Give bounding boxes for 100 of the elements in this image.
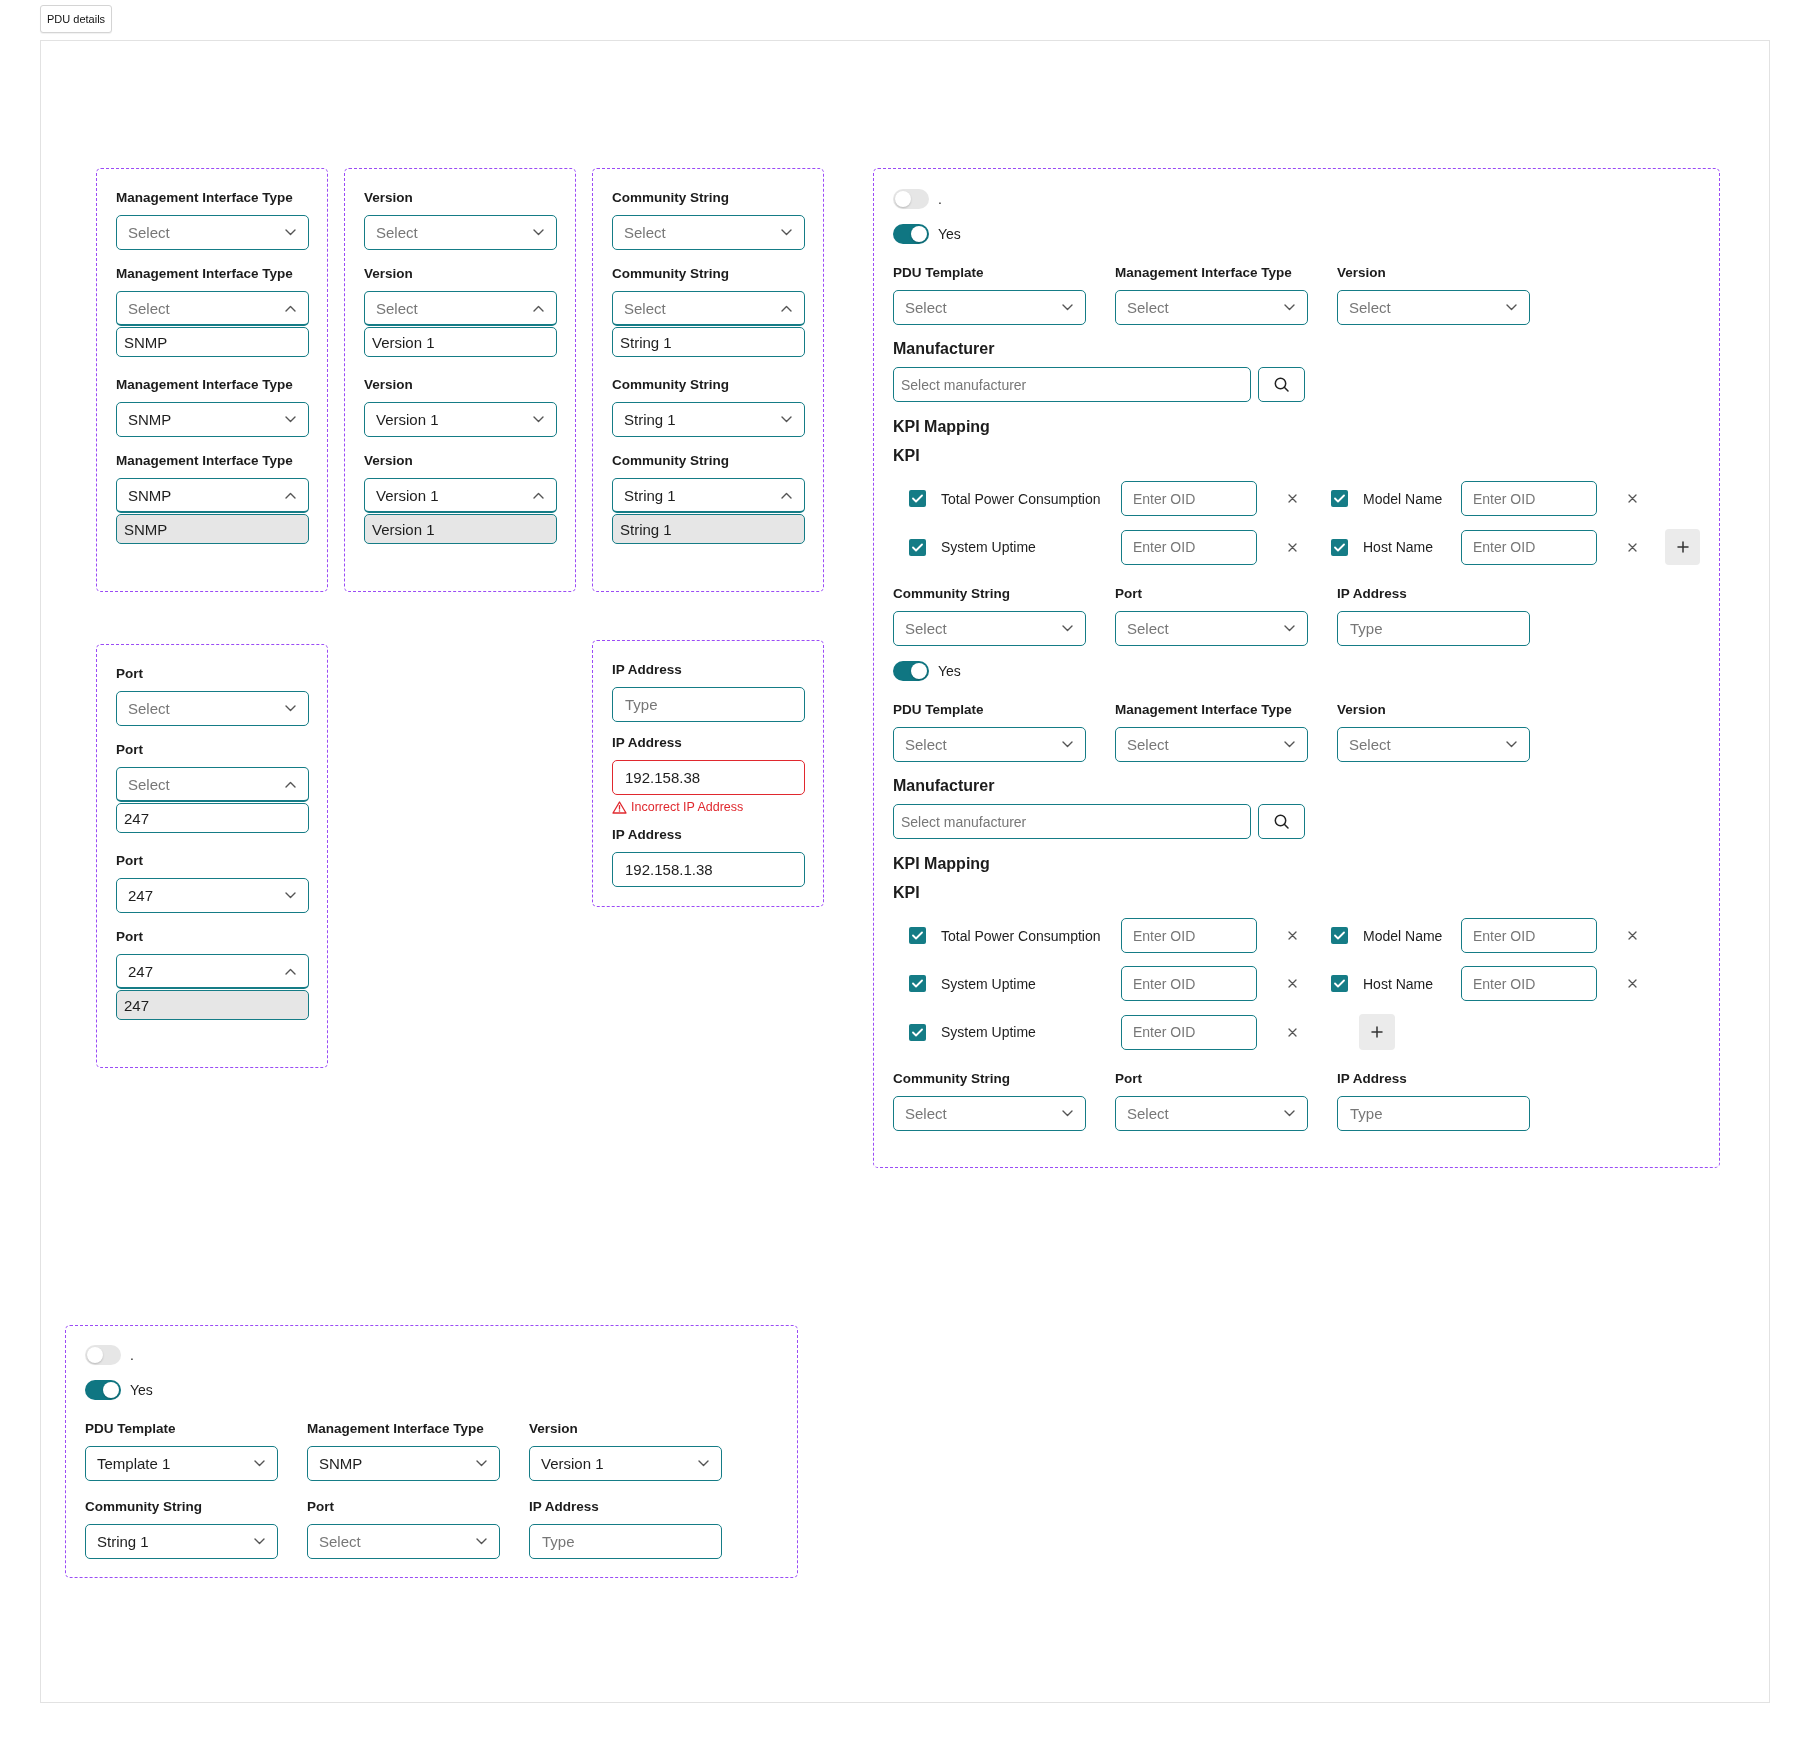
close-icon[interactable] [1288,1027,1297,1037]
select-field[interactable]: Select [893,1096,1086,1131]
dropdown-option[interactable]: Version 1 [364,514,557,544]
select-field[interactable]: Select [1115,611,1308,646]
add-button[interactable] [1665,529,1700,565]
kpi-label: System Uptime [941,1024,1037,1040]
select-field[interactable]: Select [116,691,309,726]
close-icon[interactable] [1288,931,1297,940]
toggle-switch[interactable] [893,224,929,244]
select-field[interactable]: Select [893,611,1086,646]
search-button[interactable] [1258,804,1305,839]
dropdown-option[interactable]: 247 [116,990,309,1020]
select-field[interactable]: String 1 [85,1524,278,1559]
dropdown-option[interactable]: String 1 [612,514,805,544]
checkbox[interactable] [909,490,926,507]
checkmark-icon [912,494,923,503]
select-field[interactable]: 247 [116,954,309,989]
select-field[interactable]: Version 1 [364,402,557,437]
search-field[interactable]: Select manufacturer [893,367,1251,402]
checkbox[interactable] [909,1023,926,1041]
dropdown-option[interactable]: String 1 [612,327,805,357]
select-field[interactable]: Select [893,290,1086,325]
text-field[interactable]: Type [1337,611,1530,646]
oid-field[interactable]: Enter OID [1461,481,1597,516]
oid-field[interactable]: Enter OID [1461,918,1597,953]
select-field[interactable]: Select [1115,1096,1308,1131]
close-icon[interactable] [1628,494,1637,503]
select-field[interactable]: SNMP [116,478,309,513]
field-label: Version [1337,264,1386,282]
close-icon[interactable] [1628,979,1637,988]
select-field[interactable]: Select [364,291,557,326]
select-field[interactable]: Select [1115,727,1308,762]
checkbox[interactable] [1331,927,1348,944]
page-tab[interactable]: PDU details [40,5,113,33]
field-label: Management Interface Type [116,452,293,470]
select-field[interactable]: Select [116,767,309,802]
field-label: Port [1115,1070,1142,1088]
select-field[interactable]: Select [116,291,309,326]
oid-field[interactable]: Enter OID [1461,529,1597,565]
kpi-label: System Uptime [941,539,1037,555]
oid-field[interactable]: Enter OID [1121,481,1257,516]
select-field[interactable]: Select [307,1524,500,1559]
select-field[interactable]: Select [612,291,805,326]
text-field[interactable]: 192.158.38 [612,760,805,795]
oid-field[interactable]: Enter OID [1121,918,1257,953]
oid-field[interactable]: Enter OID [1121,529,1257,565]
select-field[interactable]: Select [1115,290,1308,325]
toggle-switch[interactable] [893,661,929,681]
oid-field[interactable]: Enter OID [1121,1014,1257,1050]
select-field[interactable]: Select [364,215,557,250]
select-field[interactable]: String 1 [612,402,805,437]
select-field[interactable]: Select [893,727,1086,762]
checkbox[interactable] [909,975,926,992]
dropdown-option[interactable]: 247 [116,803,309,833]
checkbox[interactable] [909,927,926,944]
chevron-down-icon [285,892,296,899]
chevron-down-icon [1062,304,1073,311]
select-field[interactable]: Version 1 [529,1446,722,1481]
toggle-label: Yes [938,225,961,244]
dropdown-option[interactable]: SNMP [116,327,309,357]
select-field[interactable]: Select [1337,727,1530,762]
select-field[interactable]: Version 1 [364,478,557,513]
select-field[interactable]: SNMP [307,1446,500,1481]
chevron-down-icon [533,416,544,423]
close-icon[interactable] [1288,979,1297,988]
chevron-down-icon [1284,625,1295,632]
field-label: Community String [893,1070,1010,1088]
select-field[interactable]: 247 [116,878,309,913]
field-label: Management Interface Type [116,189,293,207]
oid-field[interactable]: Enter OID [1121,966,1257,1001]
close-icon[interactable] [1628,542,1637,552]
search-button[interactable] [1258,367,1305,402]
dropdown-option[interactable]: Version 1 [364,327,557,357]
select-field[interactable]: Select [1337,290,1530,325]
checkbox[interactable] [909,538,926,556]
dropdown-option[interactable]: SNMP [116,514,309,544]
select-field[interactable]: Select [116,215,309,250]
select-field[interactable]: SNMP [116,402,309,437]
text-field[interactable]: Type [529,1524,722,1559]
close-icon[interactable] [1628,931,1637,940]
field-label: PDU Template [893,701,984,719]
toggle-switch[interactable] [85,1345,121,1365]
text-field[interactable]: Type [1337,1096,1530,1131]
checkbox[interactable] [1331,490,1348,507]
toggle-switch[interactable] [85,1380,121,1400]
select-field[interactable]: Template 1 [85,1446,278,1481]
checkbox[interactable] [1331,538,1348,556]
close-icon[interactable] [1288,542,1297,552]
close-icon[interactable] [1288,494,1297,503]
text-field[interactable]: 192.158.1.38 [612,852,805,887]
add-button[interactable] [1359,1014,1395,1050]
search-field[interactable]: Select manufacturer [893,804,1251,839]
field-label: Version [364,376,413,394]
select-field[interactable]: Select [612,215,805,250]
checkbox[interactable] [1331,975,1348,992]
select-field[interactable]: String 1 [612,478,805,513]
search-icon [1274,814,1289,829]
toggle-switch[interactable] [893,189,929,209]
text-field[interactable]: Type [612,687,805,722]
oid-field[interactable]: Enter OID [1461,966,1597,1001]
